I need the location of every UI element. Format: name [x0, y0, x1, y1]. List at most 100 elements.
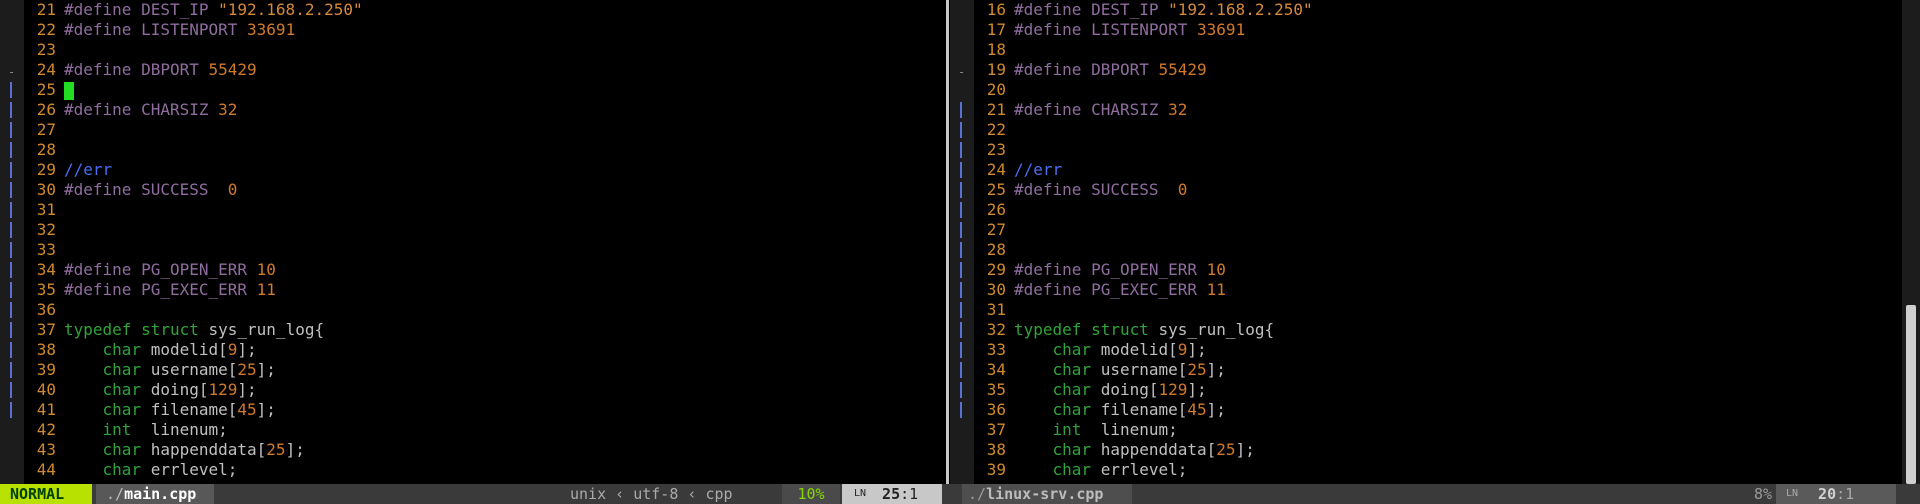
code-token: ]; [237, 380, 257, 399]
code-line[interactable]: 33 [24, 240, 945, 260]
code-line[interactable]: 25 #define SUCCESS 0 [974, 180, 1900, 200]
code-line[interactable]: 31 [974, 300, 1900, 320]
code-line[interactable]: 24 //err [974, 160, 1900, 180]
diff-change-marker [960, 382, 962, 398]
code-token: //err [64, 160, 113, 179]
code-line[interactable]: 34 char username[25]; [974, 360, 1900, 380]
code-token: #define CHARSIZ [1014, 100, 1169, 119]
code-line[interactable]: 42 int linenum; [24, 420, 945, 440]
code-line[interactable]: 44 char errlevel; [24, 460, 945, 480]
diff-change-marker [10, 242, 12, 258]
line-number: 27 [986, 220, 1006, 239]
code-line[interactable]: 36 [24, 300, 945, 320]
code-lines-right[interactable]: 16 #define DEST_IP "192.168.2.250" 17 #defi… [974, 0, 1900, 480]
file-base: linux-srv.cpp [986, 485, 1104, 503]
active-file-name[interactable]: ./main.cpp [96, 484, 214, 504]
code-line[interactable]: 23 [974, 140, 1900, 160]
editor-pane-right[interactable]: - 16 #define DEST_IP "192.168.2.250" 17 #de… [950, 0, 1900, 484]
code-line[interactable]: 19 #define DBPORT 55429 [974, 60, 1900, 80]
code-line[interactable]: 20 [974, 80, 1900, 100]
code-token: ]; [256, 400, 276, 419]
code-line[interactable]: 36 char filename[45]; [974, 400, 1900, 420]
code-line[interactable]: 24 #define DBPORT 55429 [24, 60, 945, 80]
code-line[interactable]: 39 char username[25]; [24, 360, 945, 380]
code-line[interactable]: 30 #define SUCCESS 0 [24, 180, 945, 200]
separator-icon: ‹ [615, 485, 634, 503]
line-number: 38 [36, 340, 56, 359]
code-token: 11 [1206, 280, 1226, 299]
code-token: sys_run_log{ [1158, 320, 1275, 339]
scrollbar-thumb[interactable] [1906, 305, 1916, 484]
diff-removed-icon: - [8, 65, 16, 79]
scrollbar[interactable] [1902, 0, 1920, 484]
code-token: #define LISTENPORT [64, 20, 248, 39]
code-token: 25 [1187, 360, 1207, 379]
diff-change-marker [10, 382, 12, 398]
code-line[interactable]: 22 [974, 120, 1900, 140]
code-token: #define DEST_IP [64, 0, 219, 19]
code-token: 25 [1216, 440, 1236, 459]
code-line[interactable]: 28 [974, 240, 1900, 260]
code-line[interactable]: 32 [24, 220, 945, 240]
line-number: 41 [36, 400, 56, 419]
line-number: 31 [986, 300, 1006, 319]
line-number: 22 [36, 20, 56, 39]
code-token: doing[ [1091, 380, 1159, 399]
code-line[interactable]: 33 char modelid[9]; [974, 340, 1900, 360]
line-number: 27 [36, 120, 56, 139]
code-line[interactable]: 38 char modelid[9]; [24, 340, 945, 360]
code-line[interactable]: 39 char errlevel; [974, 460, 1900, 480]
diff-change-marker [960, 322, 962, 338]
code-line[interactable]: 31 [24, 200, 945, 220]
code-line[interactable]: 29 //err [24, 160, 945, 180]
cursor-col: :1 [1836, 485, 1855, 503]
code-line[interactable]: 32 typedef struct sys_run_log{ [974, 320, 1900, 340]
diff-change-marker [960, 242, 962, 258]
code-line[interactable]: 26 [974, 200, 1900, 220]
code-line[interactable]: 40 char doing[129]; [24, 380, 945, 400]
code-line[interactable]: 21 #define DEST_IP "192.168.2.250" [24, 0, 945, 20]
code-line[interactable]: 26 #define CHARSIZ 32 [24, 100, 945, 120]
code-line[interactable]: 35 #define PG_EXEC_ERR 11 [24, 280, 945, 300]
code-line[interactable]: 37 typedef struct sys_run_log{ [24, 320, 945, 340]
diff-change-marker [960, 282, 962, 298]
code-line[interactable]: 29 #define PG_OPEN_ERR 10 [974, 260, 1900, 280]
code-line[interactable]: 22 #define LISTENPORT 33691 [24, 20, 945, 40]
line-number: 35 [986, 380, 1006, 399]
code-token: 9 [227, 340, 238, 359]
code-line[interactable]: 38 char happenddata[25]; [974, 440, 1900, 460]
diff-change-marker [10, 282, 12, 298]
code-line[interactable]: 28 [24, 140, 945, 160]
code-line[interactable]: 17 #define LISTENPORT 33691 [974, 20, 1900, 40]
code-token: 55429 [1158, 60, 1207, 79]
code-line[interactable]: 34 #define PG_OPEN_ERR 10 [24, 260, 945, 280]
code-line[interactable]: 30 #define PG_EXEC_ERR 11 [974, 280, 1900, 300]
code-token: 25 [266, 440, 286, 459]
code-line[interactable]: 43 char happenddata[25]; [24, 440, 945, 460]
code-line[interactable]: 35 char doing[129]; [974, 380, 1900, 400]
code-line[interactable]: 21 #define CHARSIZ 32 [974, 100, 1900, 120]
code-line[interactable]: 16 #define DEST_IP "192.168.2.250" [974, 0, 1900, 20]
code-token: int [1052, 420, 1082, 439]
line-number: 25 [36, 80, 56, 99]
code-token: #define SUCCESS [64, 180, 228, 199]
line-number: 21 [986, 100, 1006, 119]
code-line[interactable]: 27 [974, 220, 1900, 240]
code-token: linenum; [131, 420, 228, 439]
code-token: #define PG_EXEC_ERR [64, 280, 257, 299]
code-line[interactable]: 27 [24, 120, 945, 140]
code-line[interactable]: 25 [24, 80, 945, 100]
inactive-file-name[interactable]: ./linux-srv.cpp [962, 484, 1132, 504]
line-number: 44 [36, 460, 56, 479]
code-lines-left[interactable]: 21 #define DEST_IP "192.168.2.250" 22 #defi… [24, 0, 945, 480]
code-line[interactable]: 37 int linenum; [974, 420, 1900, 440]
line-number-icon: LN [854, 488, 867, 499]
editor-pane-left[interactable]: - 21 #define DEST_IP "192.168.2.250" 22 #de… [0, 0, 945, 484]
code-line[interactable]: 23 [24, 40, 945, 60]
code-line[interactable]: 18 [974, 40, 1900, 60]
code-line[interactable]: 41 char filename[45]; [24, 400, 945, 420]
